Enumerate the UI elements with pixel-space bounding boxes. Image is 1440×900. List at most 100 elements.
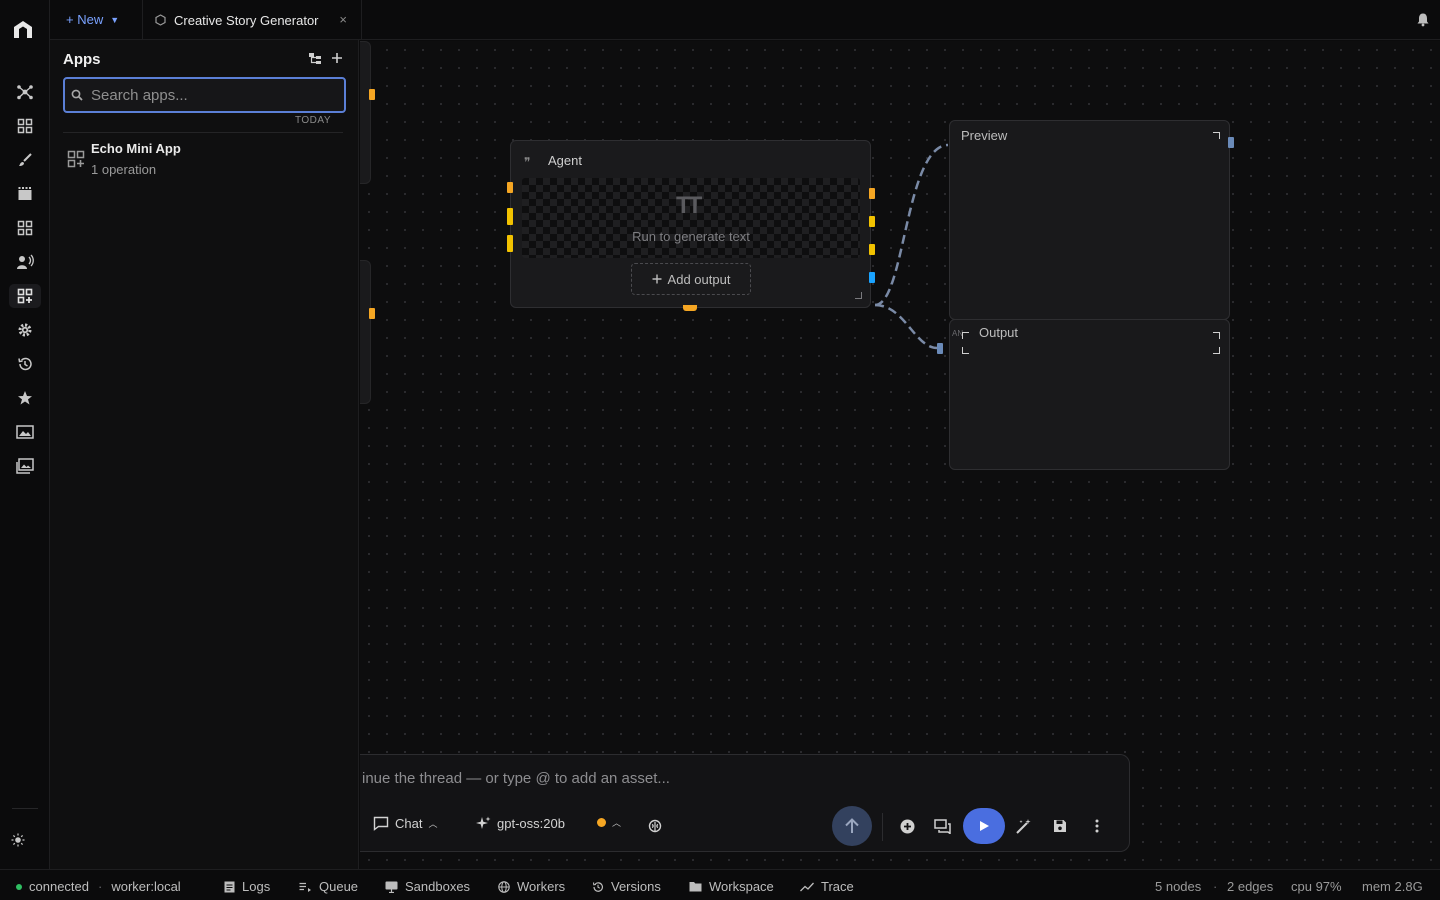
quote-icon: ❞	[524, 155, 531, 169]
rail-divider	[12, 808, 38, 809]
output-port[interactable]	[1228, 137, 1234, 148]
theme-toggle-icon[interactable]	[6, 828, 30, 852]
add-circle-icon[interactable]	[897, 816, 917, 836]
app-logo-icon[interactable]	[11, 18, 35, 42]
workspace-link[interactable]: Workspace	[689, 879, 774, 894]
versions-link[interactable]: Versions	[592, 879, 661, 894]
logs-icon	[224, 881, 235, 893]
add-app-button[interactable]	[331, 52, 343, 64]
text-type-icon: TT	[676, 192, 702, 219]
memory-usage: mem 2.8G	[1362, 879, 1423, 894]
output-port[interactable]	[869, 244, 875, 255]
sandboxes-link[interactable]: Sandboxes	[385, 879, 470, 894]
chevron-up-icon: ︿	[428, 819, 438, 829]
close-icon[interactable]: ×	[339, 12, 347, 27]
send-button[interactable]	[832, 806, 872, 846]
preview-node[interactable]: Preview	[949, 120, 1230, 320]
bell-icon[interactable]	[1416, 12, 1430, 27]
corner-marker	[1213, 347, 1220, 354]
resize-handle[interactable]	[855, 292, 862, 299]
divider	[63, 132, 343, 133]
status-dot-icon	[16, 883, 22, 890]
output-node[interactable]: AN Output	[949, 319, 1230, 470]
connection-label: connected	[29, 879, 89, 894]
chevron-down-icon: ▼	[110, 14, 120, 25]
search-input[interactable]	[89, 85, 329, 105]
run-button[interactable]	[963, 808, 1005, 844]
gear-icon[interactable]	[13, 318, 37, 342]
chat-input[interactable]	[360, 769, 1100, 788]
separator: ·	[1213, 879, 1218, 894]
chat-composer: Chat ︿ gpt-oss:20b ︿	[360, 754, 1130, 852]
edge-agent-to-preview	[874, 143, 949, 307]
status-selector[interactable]: ︿	[597, 816, 621, 829]
network-icon[interactable]	[13, 80, 37, 104]
add-output-label: Add output	[667, 271, 731, 287]
apps-title: Apps	[63, 51, 101, 68]
apps-panel: Apps TODAY Echo Mini App 1 operation	[50, 40, 359, 869]
input-port[interactable]	[507, 208, 513, 225]
image-library-icon[interactable]	[13, 454, 37, 478]
model-selector[interactable]: gpt-oss:20b	[476, 816, 565, 831]
list-item-echo-mini-app[interactable]: Echo Mini App 1 operation	[63, 140, 346, 180]
globe-icon	[498, 880, 510, 893]
star-icon[interactable]	[13, 386, 37, 410]
workflow-canvas[interactable]: ❞ Agent TT Run to generate text Add outp…	[360, 41, 1440, 869]
brain-icon[interactable]	[645, 816, 665, 836]
tree-view-icon[interactable]	[308, 52, 322, 65]
logs-link[interactable]: Logs	[224, 879, 270, 894]
queue-link[interactable]: Queue	[299, 879, 358, 894]
app-grid-plus-icon	[67, 150, 85, 168]
workers-link[interactable]: Workers	[498, 879, 565, 894]
folder-icon	[689, 881, 702, 892]
history-icon[interactable]	[13, 352, 37, 376]
chevron-up-icon: ︿	[612, 818, 622, 828]
output-port[interactable]	[869, 272, 875, 283]
corner-marker	[1213, 332, 1220, 339]
bottom-port[interactable]	[683, 305, 697, 311]
separator: ·	[98, 879, 103, 894]
magic-wand-icon[interactable]	[1014, 816, 1034, 836]
top-bar: + New ▼ Creative Story Generator ×	[50, 0, 1440, 40]
divider	[882, 813, 883, 841]
trace-link[interactable]: Trace	[800, 879, 854, 894]
sandboxes-label: Sandboxes	[405, 879, 471, 894]
trend-line-icon	[800, 882, 814, 892]
status-bar: connected · worker:local Logs Queue Sand…	[0, 869, 1440, 900]
output-port[interactable]	[869, 188, 875, 199]
blocks-icon[interactable]	[13, 216, 37, 240]
corner-marker	[1213, 132, 1220, 139]
tab-creative-story-generator[interactable]: Creative Story Generator ×	[142, 0, 362, 40]
output-node-title: Output	[979, 325, 1019, 340]
model-label: gpt-oss:20b	[497, 816, 565, 831]
output-port[interactable]	[869, 216, 875, 227]
status-dot-icon	[597, 818, 606, 827]
plus-icon	[652, 274, 662, 284]
agent-node-title: Agent	[548, 153, 582, 168]
new-button[interactable]: + New ▼	[66, 12, 119, 27]
gallery-icon[interactable]	[13, 420, 37, 444]
grid-icon[interactable]	[13, 114, 37, 138]
save-icon[interactable]	[1050, 816, 1070, 836]
chat-history-icon[interactable]	[932, 816, 952, 836]
section-label-today: TODAY	[294, 115, 331, 126]
tab-title: Creative Story Generator	[174, 12, 319, 28]
worker-label: worker:local	[111, 879, 181, 894]
search-field	[63, 77, 346, 113]
mode-selector[interactable]: Chat ︿	[373, 816, 437, 831]
voice-icon[interactable]	[13, 250, 37, 274]
agent-node[interactable]: ❞ Agent TT Run to generate text Add outp…	[510, 140, 871, 308]
film-icon[interactable]	[13, 182, 37, 206]
new-button-label: + New	[66, 12, 104, 27]
more-vertical-icon[interactable]	[1087, 816, 1107, 836]
apps-icon[interactable]	[9, 284, 41, 308]
run-placeholder: Run to generate text	[632, 229, 750, 244]
node-count: 5 nodes	[1155, 879, 1202, 894]
input-port[interactable]	[937, 343, 943, 354]
input-port[interactable]	[507, 235, 513, 252]
workers-label: Workers	[517, 879, 566, 894]
input-port[interactable]	[507, 182, 513, 193]
sparkle-icon	[476, 816, 491, 831]
brush-icon[interactable]	[13, 148, 37, 172]
add-output-button[interactable]: Add output	[631, 263, 751, 295]
